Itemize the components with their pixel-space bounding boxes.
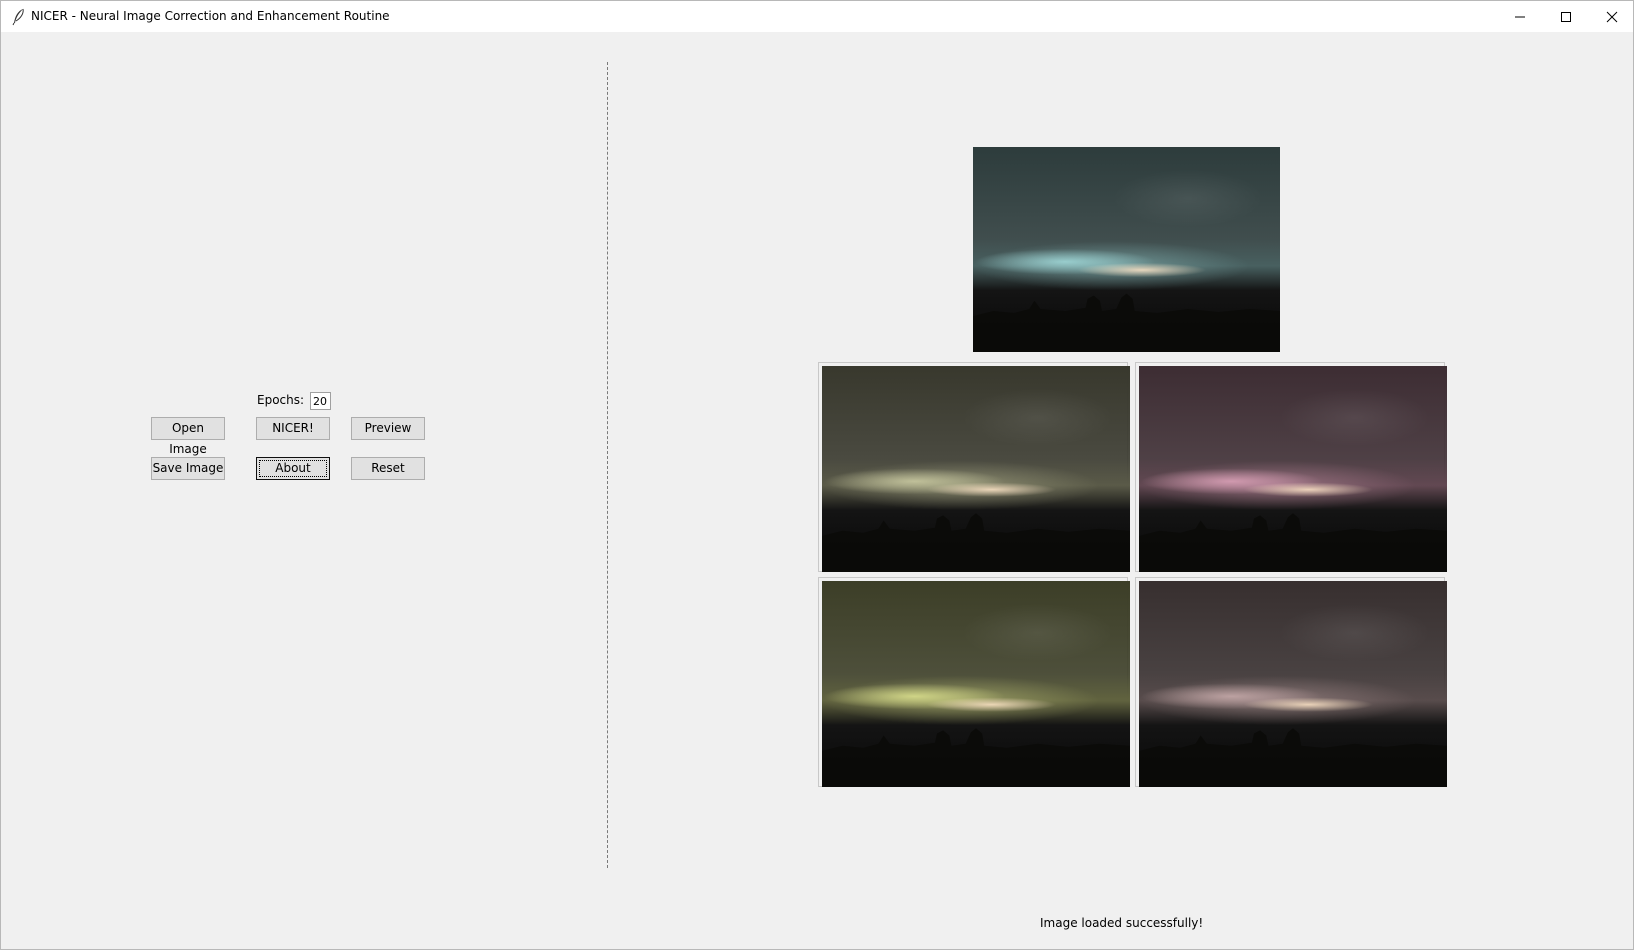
title-bar: NICER - Neural Image Correction and Enha… [1, 1, 1633, 32]
feather-icon [12, 8, 24, 26]
window-title: NICER - Neural Image Correction and Enha… [31, 9, 390, 23]
preview-button[interactable]: Preview [351, 417, 425, 440]
minimize-button[interactable] [1497, 1, 1543, 32]
maximize-icon [1561, 12, 1571, 22]
landscape-silhouette [822, 513, 1130, 572]
variant-frame[interactable] [818, 577, 1130, 787]
variant-frame[interactable] [818, 362, 1130, 572]
variant-image [822, 366, 1130, 572]
maximize-button[interactable] [1543, 1, 1589, 32]
status-message: Image loaded successfully! [1040, 916, 1204, 930]
reset-button[interactable]: Reset [351, 457, 425, 480]
open-image-button[interactable]: Open Image [151, 417, 225, 456]
variant-image [1139, 581, 1447, 787]
nicer-button[interactable]: NICER! [256, 417, 330, 440]
save-image-button[interactable]: Save Image [151, 457, 225, 480]
landscape-silhouette [973, 293, 1280, 352]
about-button[interactable]: About [256, 457, 330, 480]
variant-image [1139, 366, 1447, 572]
variant-frame[interactable] [1135, 362, 1447, 572]
close-icon [1606, 11, 1618, 23]
minimize-icon [1515, 16, 1525, 18]
app-window: NICER - Neural Image Correction and Enha… [0, 0, 1634, 950]
landscape-silhouette [1139, 728, 1447, 787]
landscape-silhouette [822, 728, 1130, 787]
epochs-input[interactable] [310, 392, 331, 410]
panel-divider [607, 62, 608, 868]
variant-image [822, 581, 1130, 787]
epochs-label: Epochs: [257, 393, 305, 407]
close-button[interactable] [1589, 1, 1634, 32]
landscape-silhouette [1139, 513, 1447, 572]
variant-frame[interactable] [1135, 577, 1447, 787]
original-image [973, 147, 1280, 352]
